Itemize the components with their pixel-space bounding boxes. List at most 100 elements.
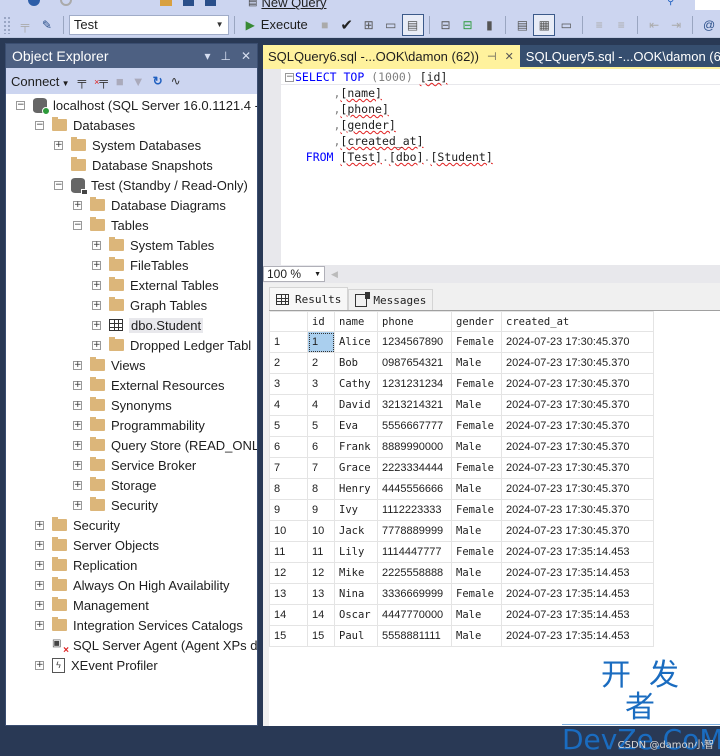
- cell-created_at[interactable]: 2024-07-23 17:35:14.453: [501, 625, 654, 647]
- search-box[interactable]: [695, 0, 720, 10]
- tree-node[interactable]: + System Databases: [6, 135, 257, 155]
- cell-id[interactable]: 5: [307, 415, 335, 437]
- connect-icon[interactable]: ╤: [14, 14, 36, 36]
- cell-created_at[interactable]: 2024-07-23 17:30:45.370: [501, 415, 654, 437]
- cell-phone[interactable]: 2225558888: [377, 562, 452, 584]
- row-number[interactable]: 5: [269, 415, 308, 437]
- cell-gender[interactable]: Male: [451, 394, 502, 416]
- expand-icon[interactable]: +: [73, 440, 82, 450]
- tree-node[interactable]: − Tables: [6, 215, 257, 235]
- cell-gender[interactable]: Female: [451, 373, 502, 395]
- cell-gender[interactable]: Male: [451, 478, 502, 500]
- cell-created_at[interactable]: 2024-07-23 17:30:45.370: [501, 436, 654, 458]
- collapse-icon[interactable]: −: [54, 180, 63, 190]
- expand-icon[interactable]: +: [73, 420, 82, 430]
- cell-created_at[interactable]: 2024-07-23 17:35:14.453: [501, 583, 654, 605]
- cell-name[interactable]: Bob: [334, 352, 378, 374]
- comment-icon[interactable]: ≡: [588, 14, 610, 36]
- row-number[interactable]: 12: [269, 562, 308, 584]
- expand-icon[interactable]: +: [92, 280, 101, 290]
- disconnect-icon[interactable]: ×╤: [94, 74, 108, 88]
- cell-created_at[interactable]: 2024-07-23 17:35:14.453: [501, 541, 654, 563]
- tree-node[interactable]: + Storage: [6, 475, 257, 495]
- tree-node[interactable]: + External Resources: [6, 375, 257, 395]
- stop-icon[interactable]: ■: [314, 14, 336, 36]
- pin-icon[interactable]: ⊥: [220, 49, 230, 63]
- expand-icon[interactable]: +: [35, 560, 44, 570]
- row-number[interactable]: 15: [269, 625, 308, 647]
- tab-messages[interactable]: Messages: [348, 289, 434, 310]
- cell-name[interactable]: Paul: [334, 625, 378, 647]
- expand-icon[interactable]: +: [35, 600, 44, 610]
- toolbar-grip[interactable]: [3, 15, 11, 34]
- cell-id[interactable]: 7: [307, 457, 335, 479]
- back-icon[interactable]: [28, 0, 40, 6]
- tab-sqlquery5[interactable]: SQLQuery5.sql -...OOK\damon (6: [519, 45, 720, 67]
- tree-node[interactable]: + Query Store (READ_ONLY: [6, 435, 257, 455]
- expand-icon[interactable]: +: [92, 300, 101, 310]
- row-number[interactable]: 3: [269, 373, 308, 395]
- collapse-icon[interactable]: −: [35, 120, 44, 130]
- tree-node[interactable]: + Management: [6, 595, 257, 615]
- cell-id[interactable]: 15: [307, 625, 335, 647]
- cell-name[interactable]: Alice: [334, 331, 378, 353]
- cell-name[interactable]: Grace: [334, 457, 378, 479]
- column-header[interactable]: gender: [451, 311, 502, 332]
- cell-name[interactable]: David: [334, 394, 378, 416]
- cell-created_at[interactable]: 2024-07-23 17:35:14.453: [501, 562, 654, 584]
- cell-gender[interactable]: Female: [451, 583, 502, 605]
- cell-id[interactable]: 8: [307, 478, 335, 500]
- display-estimated-plan-icon[interactable]: ⊞: [358, 14, 380, 36]
- cell-gender[interactable]: Male: [451, 520, 502, 542]
- cell-id[interactable]: 13: [307, 583, 335, 605]
- cell-gender[interactable]: Female: [451, 457, 502, 479]
- change-connection-icon[interactable]: ✎: [36, 14, 58, 36]
- save-all-icon[interactable]: [205, 0, 216, 6]
- tree-node[interactable]: + Security: [6, 515, 257, 535]
- tree-node[interactable]: + Security: [6, 495, 257, 515]
- cell-phone[interactable]: 2223334444: [377, 457, 452, 479]
- cell-created_at[interactable]: 2024-07-23 17:30:45.370: [501, 331, 654, 353]
- column-header[interactable]: created_at: [501, 311, 654, 332]
- find-icon[interactable]: ⚲: [667, 0, 674, 7]
- tree-node[interactable]: + Graph Tables: [6, 295, 257, 315]
- row-number[interactable]: 10: [269, 520, 308, 542]
- expand-icon[interactable]: +: [35, 620, 44, 630]
- cell-created_at[interactable]: 2024-07-23 17:35:14.453: [501, 604, 654, 626]
- filter-icon[interactable]: ▼: [132, 74, 145, 89]
- cell-id[interactable]: 10: [307, 520, 335, 542]
- cell-name[interactable]: Frank: [334, 436, 378, 458]
- cell-id[interactable]: 3: [307, 373, 335, 395]
- expand-icon[interactable]: +: [73, 500, 82, 510]
- tree-node[interactable]: + Integration Services Catalogs: [6, 615, 257, 635]
- cell-phone[interactable]: 3213214321: [377, 394, 452, 416]
- save-icon[interactable]: [183, 0, 194, 6]
- column-header[interactable]: name: [334, 311, 378, 332]
- cell-phone[interactable]: 3336669999: [377, 583, 452, 605]
- cell-gender[interactable]: Male: [451, 625, 502, 647]
- row-number[interactable]: 8: [269, 478, 308, 500]
- cell-id[interactable]: 14: [307, 604, 335, 626]
- tree-node[interactable]: ▣ × SQL Server Agent (Agent XPs di: [6, 635, 257, 656]
- cell-phone[interactable]: 4447770000: [377, 604, 452, 626]
- collapse-icon[interactable]: −: [16, 100, 25, 110]
- tree-node[interactable]: + dbo.Student: [6, 315, 257, 335]
- tree-node[interactable]: Database Snapshots: [6, 155, 257, 175]
- cell-gender[interactable]: Male: [451, 436, 502, 458]
- expand-icon[interactable]: +: [35, 540, 44, 550]
- expand-icon[interactable]: +: [35, 580, 44, 590]
- cell-phone[interactable]: 0987654321: [377, 352, 452, 374]
- cell-name[interactable]: Mike: [334, 562, 378, 584]
- cell-gender[interactable]: Female: [451, 331, 502, 353]
- cell-phone[interactable]: 5556667777: [377, 415, 452, 437]
- live-query-stats-icon[interactable]: ⊟: [457, 14, 479, 36]
- cell-phone[interactable]: 4445556666: [377, 478, 452, 500]
- row-number[interactable]: 11: [269, 541, 308, 563]
- row-number[interactable]: 13: [269, 583, 308, 605]
- cell-name[interactable]: Jack: [334, 520, 378, 542]
- expand-icon[interactable]: +: [73, 380, 82, 390]
- row-number[interactable]: 6: [269, 436, 308, 458]
- query-editor[interactable]: −SELECT TOP (1000) [id] ,[name] ,[phone]…: [263, 67, 720, 265]
- uncomment-icon[interactable]: ≡: [610, 14, 632, 36]
- cell-gender[interactable]: Male: [451, 604, 502, 626]
